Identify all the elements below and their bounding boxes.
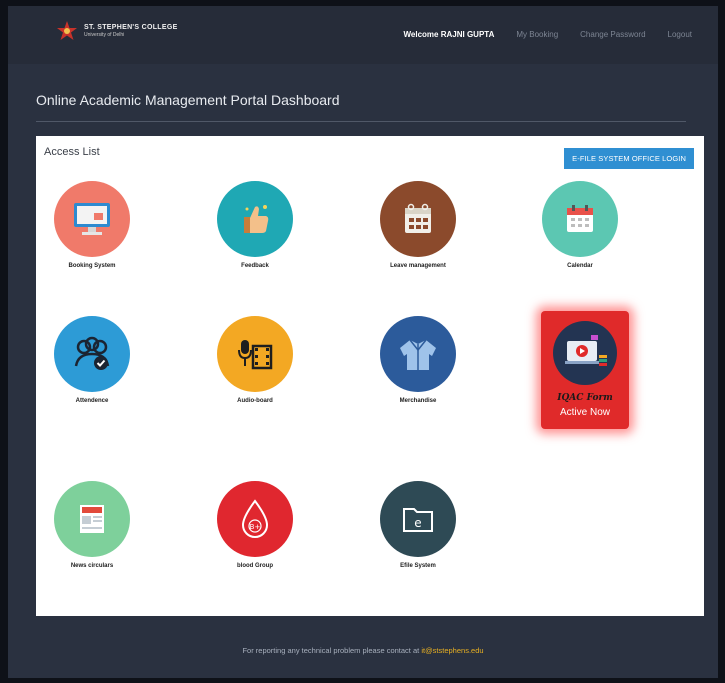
tile-booking-system[interactable]: Booking System xyxy=(42,181,142,269)
folder-e-icon: e xyxy=(380,481,456,557)
change-password-link[interactable]: Change Password xyxy=(580,30,645,39)
tile-feedback[interactable]: Feedback xyxy=(205,181,305,269)
university-name: University of Delhi xyxy=(84,32,125,38)
thumbs-up-icon xyxy=(217,181,293,257)
efile-login-button[interactable]: E-FILE SYSTEM OFFICE LOGIN xyxy=(564,148,694,169)
presentation-icon xyxy=(553,321,617,385)
monitor-icon xyxy=(54,181,130,257)
tile-label: News circulars xyxy=(70,563,114,569)
tile-calendar[interactable]: Calendar xyxy=(530,181,630,269)
tile-audio-board[interactable]: Audio-board xyxy=(205,316,305,404)
browser-screen: ST. STEPHEN'S COLLEGE University of Delh… xyxy=(8,6,718,678)
logout-link[interactable]: Logout xyxy=(668,30,692,39)
jacket-icon xyxy=(380,316,456,392)
footer: For reporting any technical problem plea… xyxy=(8,646,718,655)
college-crest-icon xyxy=(56,20,78,42)
mic-film-icon xyxy=(217,316,293,392)
calendar-leave-icon xyxy=(380,181,456,257)
iqac-form-card[interactable]: IQAC Form Active Now xyxy=(541,311,629,429)
tile-label: Calendar xyxy=(567,263,593,269)
top-navbar: ST. STEPHEN'S COLLEGE University of Delh… xyxy=(8,6,718,64)
college-name: ST. STEPHEN'S COLLEGE xyxy=(84,24,178,31)
page-title: Online Academic Management Portal Dashbo… xyxy=(36,92,340,108)
tile-label: Efile System xyxy=(400,563,436,569)
college-logo[interactable]: ST. STEPHEN'S COLLEGE University of Delh… xyxy=(56,20,178,42)
iqac-title: IQAC Form xyxy=(557,393,613,403)
top-nav: Welcome RAJNI GUPTA My Booking Change Pa… xyxy=(404,30,692,39)
my-booking-link[interactable]: My Booking xyxy=(516,30,558,39)
users-check-icon xyxy=(54,316,130,392)
tile-leave-management[interactable]: Leave management xyxy=(368,181,468,269)
tile-label: Feedback xyxy=(241,263,269,269)
newspaper-icon xyxy=(54,481,130,557)
tile-news-circulars[interactable]: News circulars xyxy=(42,481,142,569)
tile-label: blood Group xyxy=(237,563,273,569)
tile-blood-group[interactable]: B+ blood Group xyxy=(205,481,305,569)
tile-efile-system[interactable]: e Efile System xyxy=(368,481,468,569)
welcome-user: Welcome RAJNI GUPTA xyxy=(403,30,495,39)
blood-drop-icon: B+ xyxy=(217,481,293,557)
tile-attendence[interactable]: Attendence xyxy=(42,316,142,404)
support-email-link[interactable]: it@ststephens.edu xyxy=(421,646,483,655)
footer-text: For reporting any technical problem plea… xyxy=(242,646,420,655)
tile-label: Leave management xyxy=(390,263,446,269)
svg-text:B+: B+ xyxy=(250,523,261,531)
iqac-status: Active Now xyxy=(559,407,610,418)
tile-label: Booking System xyxy=(68,263,116,269)
tile-label: Attendence xyxy=(75,398,109,404)
calendar-icon xyxy=(542,181,618,257)
access-list-heading: Access List xyxy=(44,146,100,158)
tile-label: Merchandise xyxy=(399,398,437,404)
photo-frame: ST. STEPHEN'S COLLEGE University of Delh… xyxy=(0,0,725,683)
tile-merchandise[interactable]: Merchandise xyxy=(368,316,468,404)
svg-text:e: e xyxy=(414,516,421,530)
tile-label: Audio-board xyxy=(237,398,273,404)
title-divider xyxy=(36,121,686,122)
access-list-panel: Access List E-FILE SYSTEM OFFICE LOGIN B… xyxy=(36,136,704,616)
